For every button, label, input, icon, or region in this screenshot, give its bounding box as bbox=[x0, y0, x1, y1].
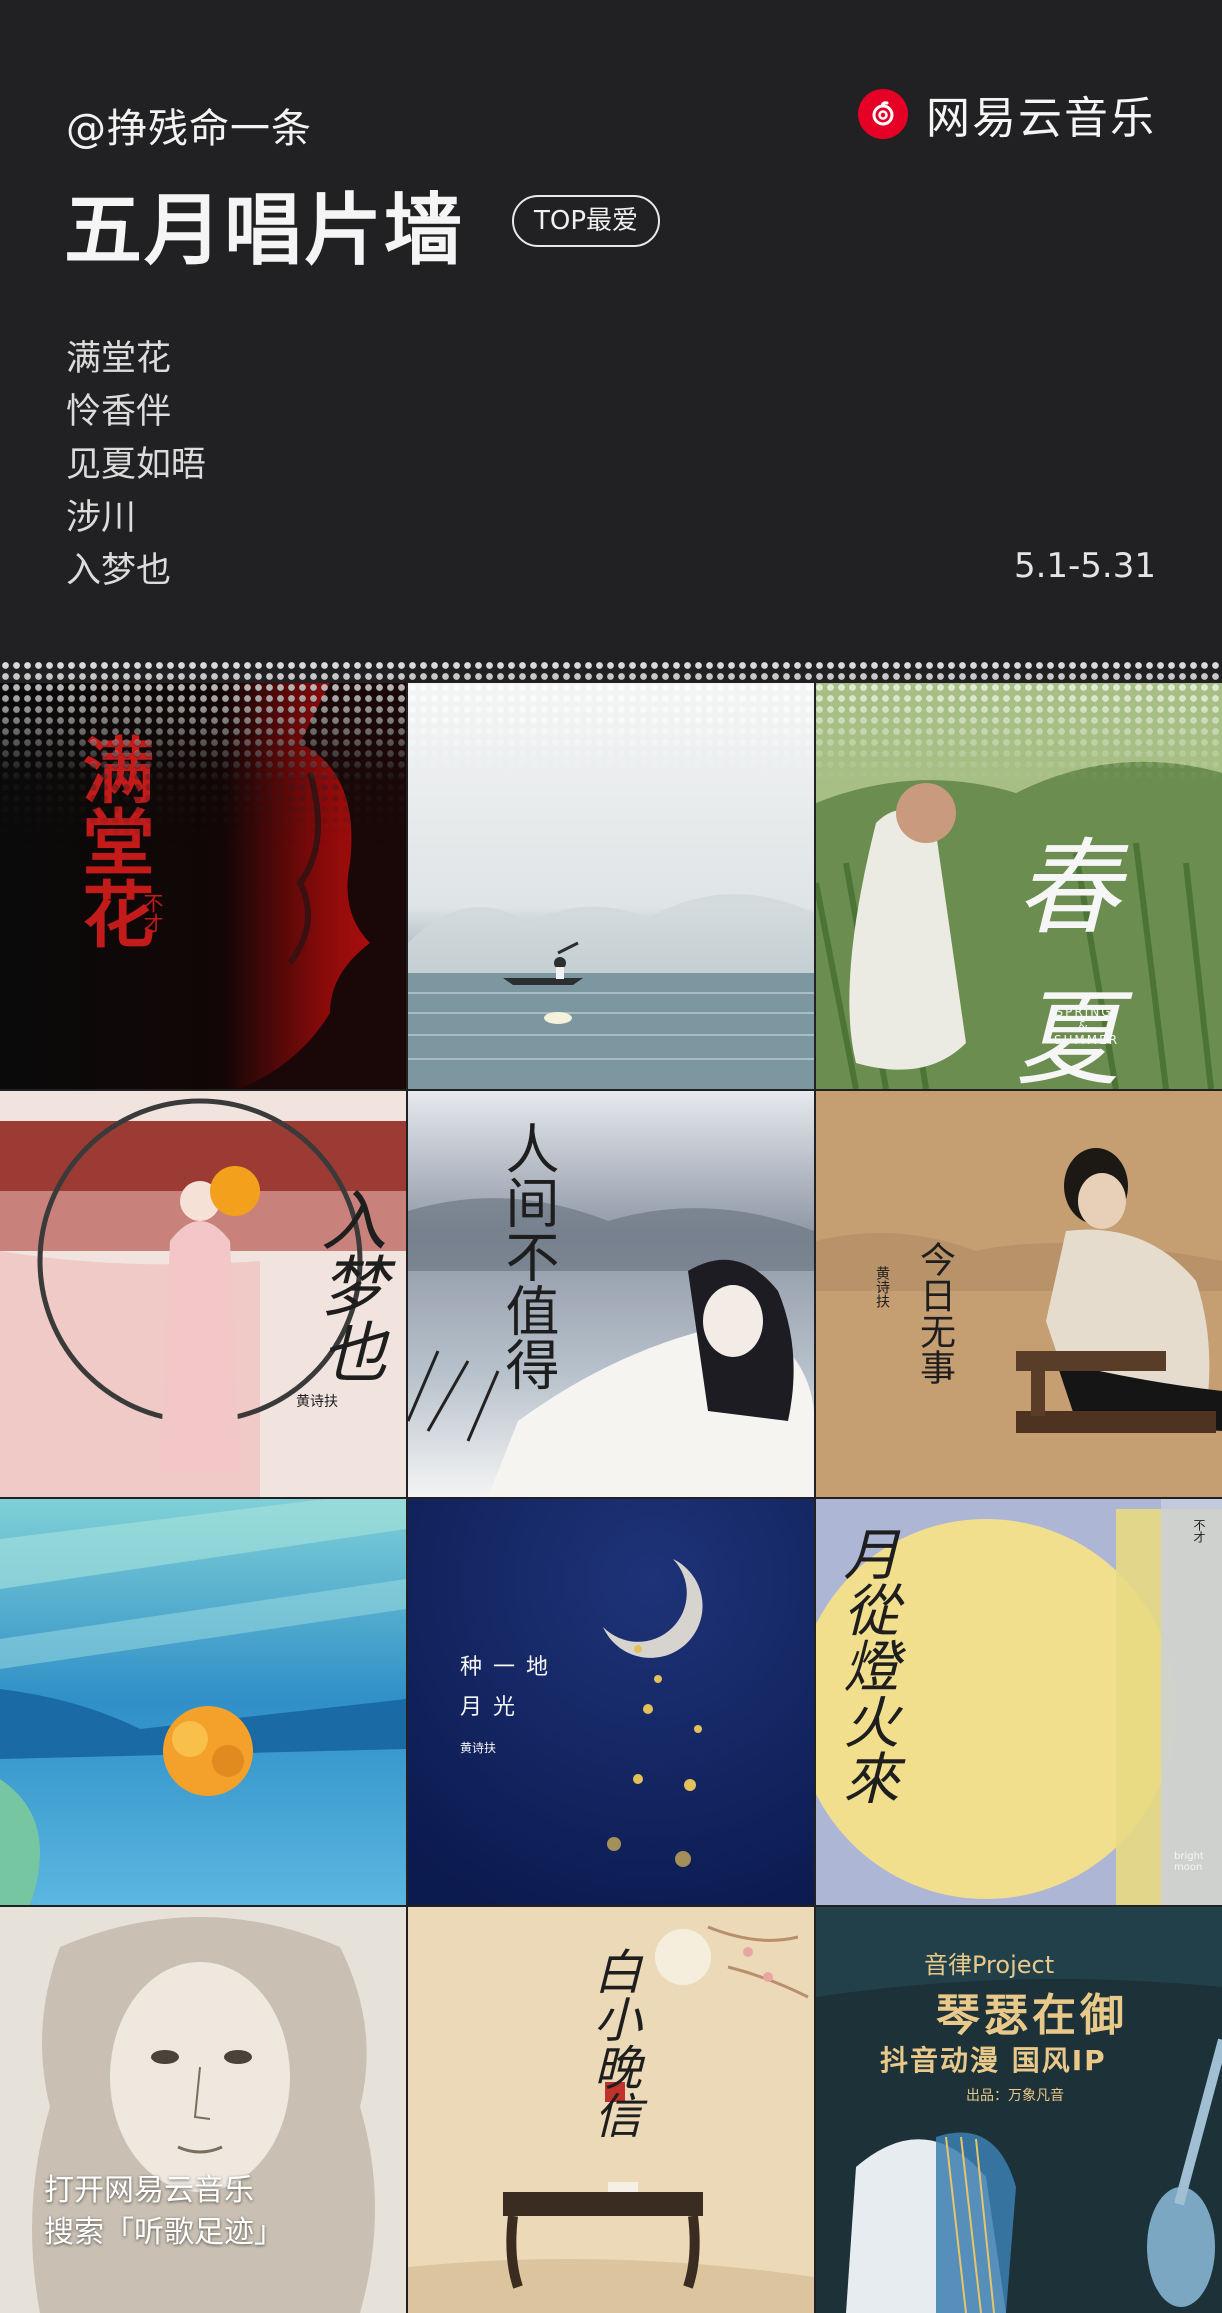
top-badge: TOP最爱 bbox=[512, 195, 661, 247]
header: @挣残命一条 五月唱片墙 TOP最爱 网易云音乐 满堂花 怜香伴 见夏如晤 涉川… bbox=[0, 0, 1222, 680]
cover-artist: 不才 bbox=[140, 893, 164, 933]
album-cover-ru-meng-ye[interactable]: 入梦也 黄诗扶 bbox=[0, 1091, 406, 1497]
album-cover-yue-cong-deng-huo-lai[interactable]: 月從燈火來 不才 bright moon bbox=[816, 1499, 1222, 1905]
album-cover-bai-xiao-wan-xin[interactable]: 白小晚信 bbox=[408, 1907, 814, 2313]
caption-line-1: 打开网易云音乐 bbox=[44, 2173, 254, 2208]
brand-name: 网易云音乐 bbox=[926, 93, 1156, 144]
cover-title: 春夏 bbox=[1016, 827, 1121, 1089]
cover-brand: 音律Project bbox=[924, 1951, 1055, 1979]
album-cover-ren-jian-bu-zhi-de[interactable]: 人间不值得 bbox=[408, 1091, 814, 1497]
caption-line-2: 搜索「听歌足迹」 bbox=[44, 2215, 284, 2250]
cover-artist: 黄诗扶 bbox=[460, 1741, 497, 1755]
date-range: 5.1-5.31 bbox=[1013, 546, 1156, 586]
cover-title-line1: 种 一 地 bbox=[460, 1655, 550, 1680]
song-item[interactable]: 满堂花 bbox=[66, 333, 206, 386]
netease-cloud-music-icon bbox=[858, 89, 908, 139]
album-cover-crescent-moon[interactable] bbox=[0, 1499, 406, 1905]
cover-artist: 黄诗扶 bbox=[296, 1394, 338, 1410]
song-list: 满堂花 怜香伴 见夏如晤 涉川 入梦也 bbox=[66, 333, 206, 598]
cover-title: 月從燈火來 bbox=[834, 1525, 899, 1805]
page-title: 五月唱片墙 bbox=[64, 186, 465, 276]
song-item[interactable]: 怜香伴 bbox=[66, 386, 206, 439]
brand[interactable]: 网易云音乐 bbox=[858, 82, 1156, 146]
song-item[interactable]: 涉川 bbox=[66, 492, 206, 545]
cover-subtitle: bright moon bbox=[1174, 1851, 1204, 1873]
cover-artist: 不才 bbox=[1192, 1519, 1206, 1543]
footer-caption: 打开网易云音乐 搜索「听歌足迹」 bbox=[44, 2170, 284, 2254]
cover-subtitle: 抖音动漫 国风IP bbox=[880, 2044, 1107, 2077]
cover-title: 入梦也 bbox=[310, 1186, 387, 1384]
cover-credit: 出品：万象凡音 bbox=[966, 2088, 1064, 2104]
album-cover-qin-se-zai-yu[interactable]: 音律Project 琴瑟在御 抖音动漫 国风IP 出品：万象凡音 bbox=[816, 1907, 1222, 2313]
cover-title: 今日无事 bbox=[914, 1241, 955, 1385]
song-item[interactable]: 入梦也 bbox=[66, 545, 206, 598]
cover-title: 人间不值得 bbox=[496, 1121, 559, 1391]
cover-subtitle: SPRING & SUMMER bbox=[1054, 1005, 1120, 1047]
cover-title: 白小晚信 bbox=[585, 1947, 641, 2139]
song-item[interactable]: 见夏如晤 bbox=[66, 439, 206, 492]
halftone-overlay bbox=[0, 660, 1222, 780]
cover-title: 琴瑟在御 bbox=[936, 1990, 1128, 2041]
album-cover-zhong-yi-di-yue-guang[interactable]: 种 一 地 月 光 黄诗扶 bbox=[408, 1499, 814, 1905]
album-cover-jin-ri-wu-shi[interactable]: 今日无事 黄诗扶 bbox=[816, 1091, 1222, 1497]
user-handle[interactable]: @挣残命一条 bbox=[66, 96, 312, 154]
cover-artist: 黄诗扶 bbox=[874, 1266, 890, 1308]
cover-title-line2: 月 光 bbox=[460, 1695, 517, 1720]
